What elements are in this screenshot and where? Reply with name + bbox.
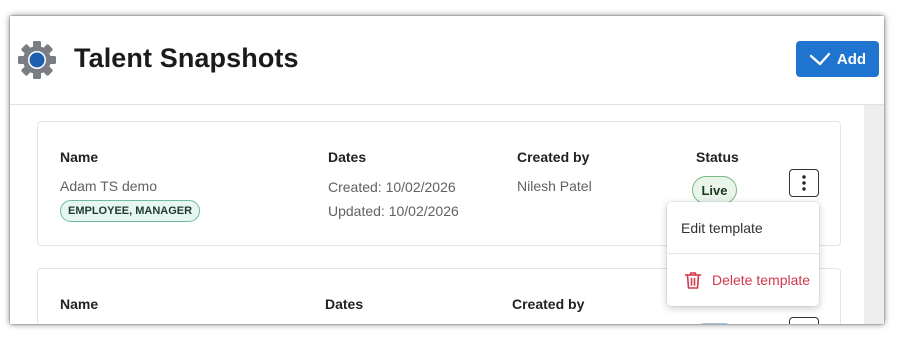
page-header: Talent Snapshots Add — [10, 16, 884, 105]
add-button-label: Add — [836, 50, 867, 68]
template-name: Adam TS demo — [60, 178, 158, 194]
more-actions-button[interactable] — [789, 169, 819, 197]
page-title: Talent Snapshots — [74, 43, 299, 73]
created-by-name: Nilesh Patel — [517, 178, 592, 194]
edit-template-menu-item[interactable]: Edit template — [667, 202, 819, 254]
delete-template-menu-item[interactable]: Delete template — [667, 254, 819, 306]
created-date: Created: 10/02/2026 — [328, 179, 456, 195]
add-button[interactable]: Add — [796, 41, 879, 77]
actions-menu: Edit template Delete template — [667, 202, 819, 306]
gear-icon — [18, 41, 56, 79]
created-by-column-header: Created by — [517, 149, 590, 165]
more-actions-button[interactable] — [789, 317, 819, 324]
trash-icon — [684, 272, 702, 289]
status-column-header: Status — [696, 149, 739, 165]
name-column-header: Name — [60, 149, 99, 165]
created-by-column-header: Created by — [512, 296, 585, 312]
name-column-header: Name — [60, 296, 99, 312]
dates-column-header: Dates — [325, 296, 364, 312]
more-vertical-icon — [802, 175, 806, 191]
check-icon — [809, 52, 831, 66]
delete-template-label: Delete template — [712, 272, 811, 288]
app-window: Talent Snapshots Add Name Dates Created … — [10, 16, 884, 324]
status-badge: Live — [692, 176, 737, 204]
audience-tag: EMPLOYEE, MANAGER — [60, 200, 201, 222]
updated-date: Updated: 10/02/2026 — [328, 203, 459, 219]
dates-column-header: Dates — [328, 149, 367, 165]
scrollbar[interactable] — [864, 105, 884, 324]
status-badge — [692, 323, 737, 324]
